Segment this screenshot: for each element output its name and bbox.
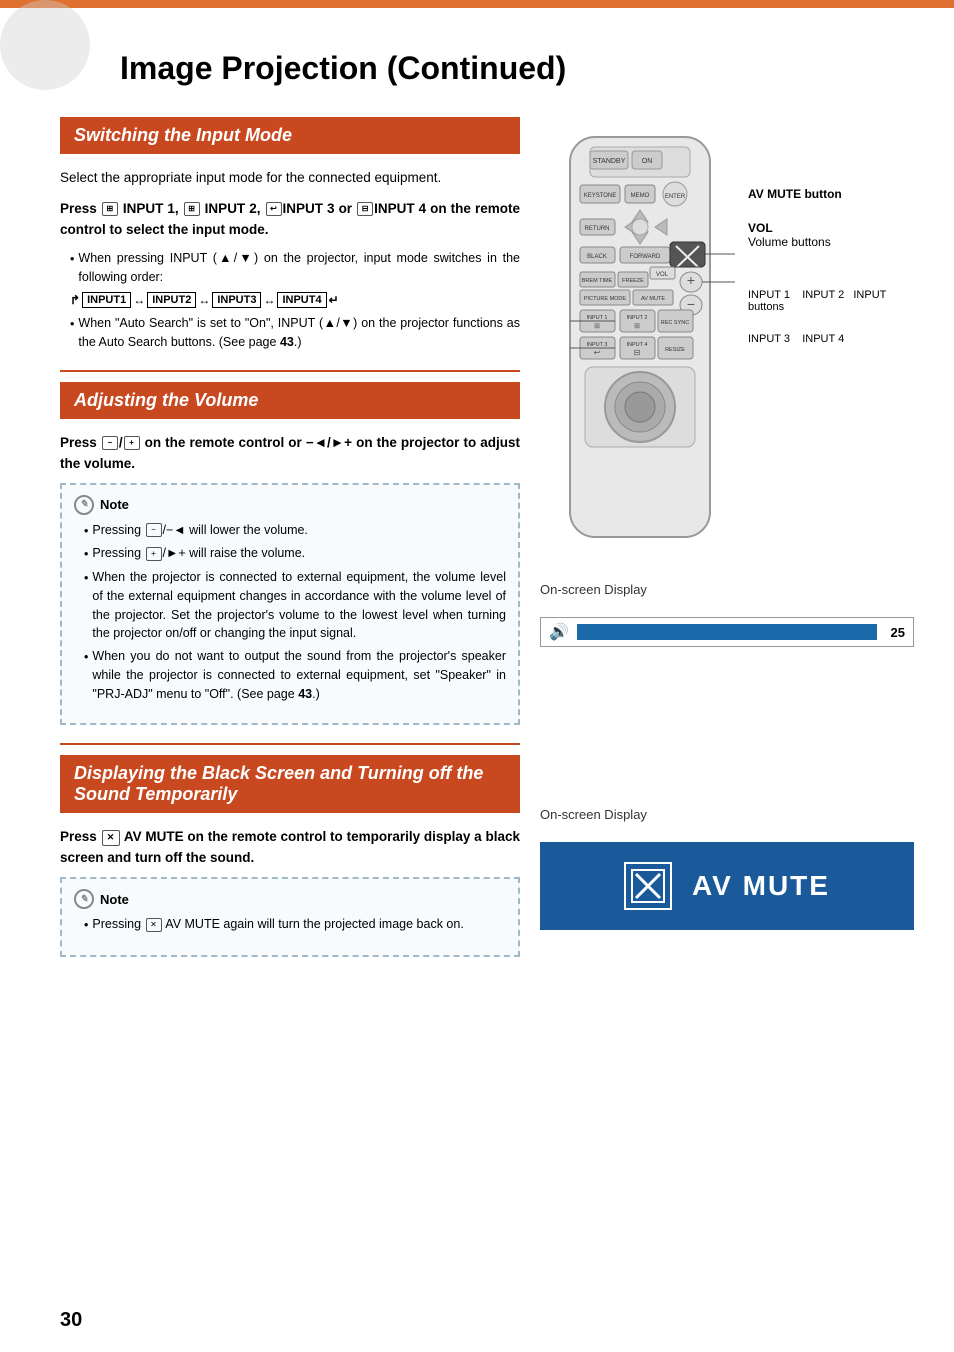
vol-plus-icon: + — [124, 436, 140, 450]
input2-icon: ⊞ — [184, 202, 200, 216]
arrow-start: ↱ — [70, 293, 80, 307]
input1-label: INPUT 1 INPUT 2 INPUT buttons — [748, 289, 914, 313]
circle-decoration — [0, 0, 90, 90]
input-sequence: ↱ INPUT1 ↔ INPUT2 ↔ INPUT3 ↔ INPUT4 ↵ — [70, 292, 520, 308]
input3-icon: ↩ — [266, 202, 282, 216]
switching-intro: Select the appropriate input mode for th… — [60, 168, 520, 189]
volume-buttons-label: Volume buttons — [748, 235, 831, 249]
input1-seq: INPUT1 — [82, 292, 131, 308]
svg-text:⊟: ⊟ — [634, 348, 641, 357]
svg-text:MEMO: MEMO — [631, 193, 650, 199]
input4-seq: INPUT4 — [277, 292, 326, 308]
remote-wrapper: STANDBY ON KEYSTONE MEMO ENTER — [540, 127, 740, 572]
svg-text:VOL: VOL — [656, 272, 669, 278]
svg-text:INPUT 1: INPUT 1 — [587, 315, 608, 321]
av-mute-onscreen-label: On-screen Display — [540, 807, 914, 822]
volume-note-4: When you do not want to output the sound… — [84, 647, 506, 703]
vol-label-row: VOL Volume buttons — [748, 221, 914, 249]
input34-label: INPUT 3 INPUT 4 — [748, 333, 914, 345]
volume-onscreen-label: On-screen Display — [540, 582, 914, 597]
labels-wrapper: AV MUTE button VOL Volume buttons INPUT … — [740, 127, 914, 345]
svg-text:PICTURE MODE: PICTURE MODE — [584, 296, 627, 302]
volume-note-box: ✎ Note Pressing −/−◄ will lower the volu… — [60, 483, 520, 726]
av-mute-x-icon — [631, 869, 665, 903]
svg-text:⊞: ⊞ — [634, 323, 640, 330]
input1-icon: ⊞ — [102, 202, 118, 216]
svg-text:KEYSTONE: KEYSTONE — [584, 193, 617, 199]
vol-plus-note: + — [146, 547, 162, 561]
page: Image Projection (Continued) Switching t… — [0, 0, 954, 1352]
remote-and-labels: STANDBY ON KEYSTONE MEMO ENTER — [540, 127, 914, 572]
black-screen-note-title: ✎ Note — [74, 889, 506, 909]
volume-display-section: On-screen Display 🔊 25 — [540, 582, 914, 647]
input2-seq: INPUT2 — [147, 292, 196, 308]
black-screen-divider — [60, 743, 520, 745]
switching-bullet-2: When "Auto Search" is set to "On", INPUT… — [70, 314, 520, 352]
remote-svg: STANDBY ON KEYSTONE MEMO ENTER — [540, 127, 740, 567]
black-screen-note-1: Pressing ✕ AV MUTE again will turn the p… — [84, 915, 506, 935]
right-column: STANDBY ON KEYSTONE MEMO ENTER — [540, 117, 914, 971]
svg-text:⊞: ⊞ — [594, 323, 600, 330]
input-labels-area: INPUT 1 INPUT 2 INPUT buttons INPUT 3 IN… — [748, 289, 914, 345]
svg-text:+: + — [687, 272, 695, 288]
volume-note-1: Pressing −/−◄ will lower the volume. — [84, 521, 506, 541]
av-mute-label-row: AV MUTE button — [748, 187, 914, 201]
svg-text:AV MUTE: AV MUTE — [641, 296, 665, 302]
vol-minus-note: − — [146, 523, 162, 537]
svg-text:FREEZE: FREEZE — [622, 278, 644, 284]
svg-text:ON: ON — [642, 158, 653, 165]
note-icon: ✎ — [74, 495, 94, 515]
volume-note-bullets: Pressing −/−◄ will lower the volume. Pre… — [84, 521, 506, 704]
black-screen-note-bullets: Pressing ✕ AV MUTE again will turn the p… — [84, 915, 506, 935]
svg-text:STANDBY: STANDBY — [593, 158, 626, 165]
volume-header: Adjusting the Volume — [60, 382, 520, 419]
volume-press-instruction: Press −/+ on the remote control or −◄/►+… — [60, 433, 520, 475]
input3-seq: INPUT3 — [212, 292, 261, 308]
page-title: Image Projection (Continued) — [60, 50, 914, 87]
av-mute-display-section: On-screen Display AV MUTE — [540, 807, 914, 930]
vol-label: VOL — [748, 221, 773, 235]
svg-text:BLACK: BLACK — [587, 254, 607, 260]
av-mute-button-label: AV MUTE button — [748, 187, 842, 201]
svg-text:ENTER: ENTER — [665, 194, 686, 200]
volume-display-bar: 🔊 25 — [540, 617, 914, 647]
vol-minus-icon: − — [102, 436, 118, 450]
svg-text:INPUT 2: INPUT 2 — [627, 315, 648, 321]
black-screen-header: Displaying the Black Screen and Turning … — [60, 755, 520, 813]
volume-note-title: ✎ Note — [74, 495, 506, 515]
av-mute-display: AV MUTE — [540, 842, 914, 930]
av-mute-inline-icon: ✕ — [102, 830, 120, 846]
main-layout: Switching the Input Mode Select the appr… — [60, 117, 914, 971]
switching-bullet-1: When pressing INPUT (▲/▼) on the project… — [70, 249, 520, 287]
av-mute-note-icon: ✕ — [146, 918, 162, 932]
switching-bullets: When pressing INPUT (▲/▼) on the project… — [70, 249, 520, 352]
note-icon-2: ✎ — [74, 889, 94, 909]
svg-text:RETURN: RETURN — [585, 226, 610, 232]
switching-header: Switching the Input Mode — [60, 117, 520, 154]
top-bar-decoration — [0, 0, 954, 8]
switching-press-instruction: Press ⊞ INPUT 1, ⊞ INPUT 2, ↩INPUT 3 or … — [60, 199, 520, 241]
black-screen-note-box: ✎ Note Pressing ✕ AV MUTE again will tur… — [60, 877, 520, 957]
volume-note-3: When the projector is connected to exter… — [84, 568, 506, 643]
av-mute-display-icon — [624, 862, 672, 910]
svg-text:REC SYNC: REC SYNC — [661, 320, 689, 326]
av-mute-display-text: AV MUTE — [692, 870, 830, 902]
left-column: Switching the Input Mode Select the appr… — [60, 117, 520, 971]
svg-text:↩: ↩ — [594, 348, 601, 357]
volume-divider — [60, 370, 520, 372]
input4-icon: ⊟ — [357, 202, 373, 216]
svg-text:BREM TIME: BREM TIME — [582, 278, 613, 284]
volume-number: 25 — [885, 625, 905, 640]
volume-note-2: Pressing +/►+ will raise the volume. — [84, 544, 506, 564]
svg-text:RESIZE: RESIZE — [665, 347, 685, 353]
speaker-icon: 🔊 — [549, 622, 569, 642]
volume-bar — [577, 624, 877, 640]
black-screen-press-instruction: Press ✕ AV MUTE on the remote control to… — [60, 827, 520, 869]
arrow-back: ↵ — [329, 293, 339, 307]
page-number: 30 — [60, 1309, 82, 1332]
svg-text:FORWARD: FORWARD — [630, 254, 661, 260]
